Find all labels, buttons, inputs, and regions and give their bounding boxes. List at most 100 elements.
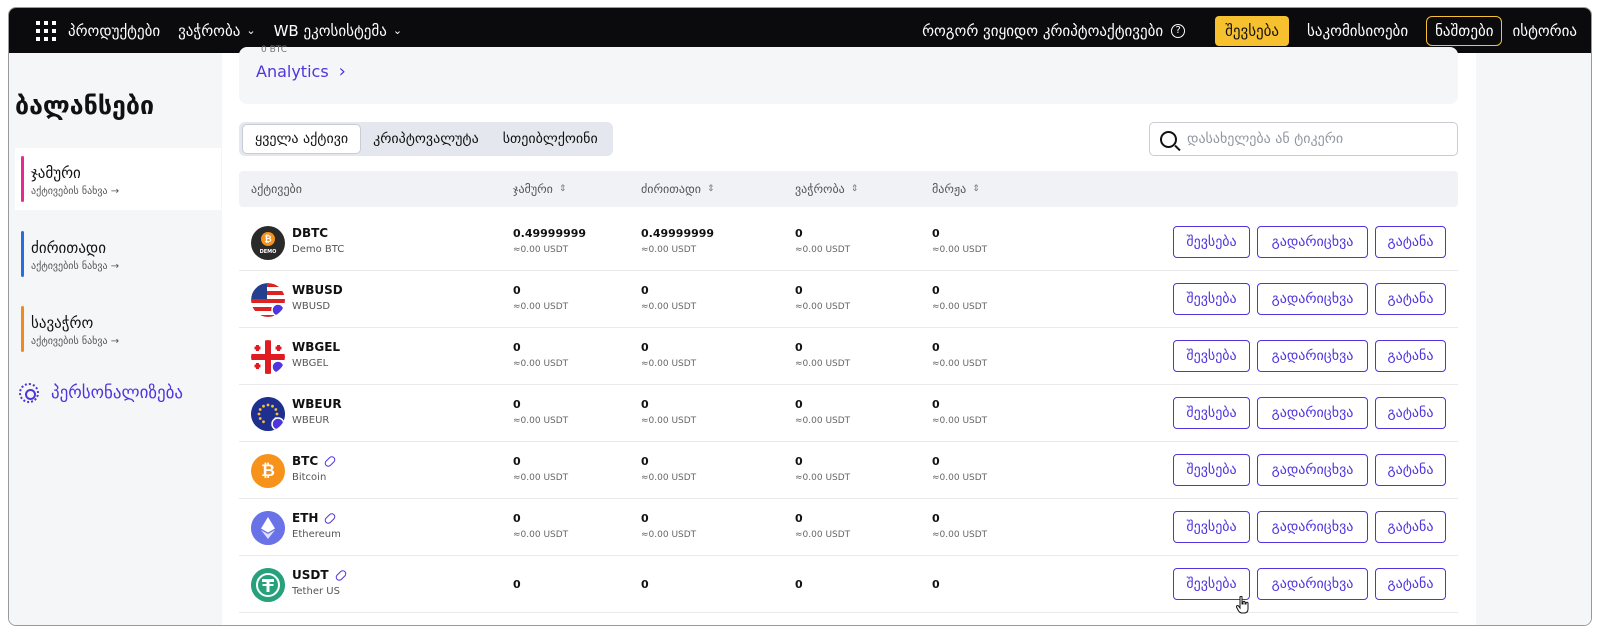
withdraw-button[interactable]: გატანა (1375, 511, 1446, 543)
margin-value: 0 (932, 512, 940, 525)
header-margin[interactable]: მარჟა ⇕ (932, 182, 980, 196)
hand-cursor-icon (1236, 596, 1249, 614)
nav-products[interactable]: პროდუქტები (68, 22, 160, 40)
nav-assets-button[interactable]: ნაშთები (1426, 15, 1503, 46)
table-header: აქტივები ჯამური ⇕ ძირითადი ⇕ ვაჭრობა ⇕ მარჟ… (239, 171, 1458, 207)
deposit-button[interactable]: შევსება (1173, 511, 1250, 543)
deposit-button[interactable]: შევსება (1173, 226, 1250, 258)
nav-history[interactable]: ისტორია (1512, 22, 1577, 40)
sort-icon: ⇕ (558, 184, 567, 194)
how-to-buy-link[interactable]: როგორ ვიყიდო კრიპტოაქტივები ? (922, 21, 1186, 40)
header-trade-label: ვაჭრობა (795, 182, 845, 196)
asset-name: Tether US (292, 586, 340, 597)
transfer-button[interactable]: გადარიცხვა (1257, 454, 1368, 486)
withdraw-button[interactable]: გატანა (1375, 340, 1446, 372)
transfer-button[interactable]: გადარიცხვა (1257, 283, 1368, 315)
tab-all-assets[interactable]: ყველა აქტივი (242, 124, 362, 154)
link-icon[interactable] (323, 511, 338, 525)
how-to-buy-label: როგორ ვიყიდო კრიპტოაქტივები (922, 21, 1164, 40)
sidebar-item-main[interactable]: ძირითადი აქტივების ნახვა → (15, 223, 221, 285)
total-value: 0 (513, 341, 521, 354)
header-trade[interactable]: ვაჭრობა ⇕ (795, 182, 858, 196)
analytics-link[interactable]: Analytics › (256, 61, 346, 82)
deposit-button[interactable]: შევსება (1173, 340, 1250, 372)
header-main-label: ძირითადი (641, 182, 701, 196)
nav-ecosystem-label: WB ეკოსისტემა (273, 21, 387, 40)
link-icon[interactable] (323, 454, 337, 468)
analytics-card: 0 BTC Analytics › (239, 45, 1458, 104)
link-icon[interactable] (333, 568, 348, 582)
view-assets-link[interactable]: აქტივების ნახვა → (31, 261, 221, 272)
margin-value: 0 (932, 455, 940, 468)
margin-value: 0 (932, 227, 940, 240)
search-input[interactable] (1187, 131, 1427, 147)
georgia-flag-icon (251, 340, 285, 374)
asset-name: WBGEL (292, 358, 329, 369)
page-background-strip (1476, 53, 1591, 625)
sidebar-item-label: ჯამური (31, 164, 81, 182)
asset-ticker-group: BTC (292, 454, 337, 468)
nav-ecosystem[interactable]: WB ეკოსისტემა ⌄ (274, 22, 403, 40)
asset-name: Ethereum (292, 529, 341, 540)
deposit-button[interactable]: შევსება (1215, 15, 1290, 46)
analytics-label: Analytics (256, 62, 329, 81)
margin-value: 0 (932, 578, 940, 591)
trade-value: 0 (795, 227, 803, 240)
trade-value: 0 (795, 578, 803, 591)
asset-name: WBEUR (292, 415, 330, 426)
header-main[interactable]: ძირითადი ⇕ (641, 182, 715, 196)
nav-trade-label: ვაჭრობა (178, 21, 241, 40)
asset-ticker: WBGEL (292, 340, 341, 354)
main-equivalent: ≈0.00 USDT (641, 245, 697, 255)
total-value: 0 (513, 512, 521, 525)
search-icon (1160, 130, 1177, 148)
main-value: 0 (641, 578, 649, 591)
main-equivalent: ≈0.00 USDT (641, 416, 697, 426)
asset-ticker: BTC (292, 454, 319, 468)
margin-equivalent: ≈0.00 USDT (932, 359, 988, 369)
main-value: 0 (641, 284, 649, 297)
transfer-button[interactable]: გადარიცხვა (1257, 511, 1368, 543)
asset-ticker-group: USDT (292, 568, 348, 582)
margin-value: 0 (932, 398, 940, 411)
withdraw-button[interactable]: გატანა (1375, 568, 1446, 600)
accent-bar (21, 156, 24, 202)
main-value: 0.49999999 (641, 227, 715, 240)
deposit-button[interactable]: შევსება (1173, 397, 1250, 429)
asset-ticker: USDT (292, 568, 329, 582)
transfer-button[interactable]: გადარიცხვა (1257, 397, 1368, 429)
transfer-button[interactable]: გადარიცხვა (1257, 226, 1368, 258)
margin-equivalent: ≈0.00 USDT (932, 302, 988, 312)
withdraw-button[interactable]: გატანა (1375, 226, 1446, 258)
personalize-link[interactable]: პერსონალიზება (19, 383, 183, 403)
deposit-button[interactable]: შევსება (1173, 454, 1250, 486)
tab-crypto[interactable]: კრიპტოვალუტა (361, 125, 491, 153)
nav-commissions[interactable]: საკომისიოები (1307, 22, 1408, 40)
margin-value: 0 (932, 284, 940, 297)
withdraw-button[interactable]: გატანა (1375, 283, 1446, 315)
sidebar-item-trading[interactable]: სავაჭრო აქტივების ნახვა → (15, 298, 221, 360)
main-equivalent: ≈0.00 USDT (641, 473, 697, 483)
total-equivalent: ≈0.00 USDT (513, 530, 569, 540)
asset-ticker: ETH (292, 511, 319, 525)
tab-stablecoin[interactable]: სთეიბლქოინი (491, 125, 610, 153)
margin-value: 0 (932, 341, 940, 354)
total-value: 0 (513, 284, 521, 297)
withdraw-button[interactable]: გატანა (1375, 397, 1446, 429)
nav-trade[interactable]: ვაჭრობა ⌄ (178, 22, 255, 40)
trade-equivalent: ≈0.00 USDT (795, 245, 851, 255)
view-assets-link[interactable]: აქტივების ნახვა → (31, 336, 221, 347)
asset-filter-tabs: ყველა აქტივი კრიპტოვალუტა სთეიბლქოინი (239, 122, 613, 156)
withdraw-button[interactable]: გატანა (1375, 454, 1446, 486)
view-assets-link[interactable]: აქტივების ნახვა → (31, 186, 221, 197)
deposit-button[interactable]: შევსება (1173, 283, 1250, 315)
transfer-button[interactable]: გადარიცხვა (1257, 568, 1368, 600)
total-value: 0.49999999 (513, 227, 587, 240)
main-value: 0 (641, 398, 649, 411)
sidebar-item-total[interactable]: ჯამური აქტივების ნახვა → (15, 148, 221, 210)
search-box (1149, 122, 1458, 156)
total-equivalent: ≈0.00 USDT (513, 302, 569, 312)
apps-grid-icon[interactable] (36, 20, 56, 41)
transfer-button[interactable]: გადარიცხვა (1257, 340, 1368, 372)
header-total[interactable]: ჯამური ⇕ (513, 182, 566, 196)
